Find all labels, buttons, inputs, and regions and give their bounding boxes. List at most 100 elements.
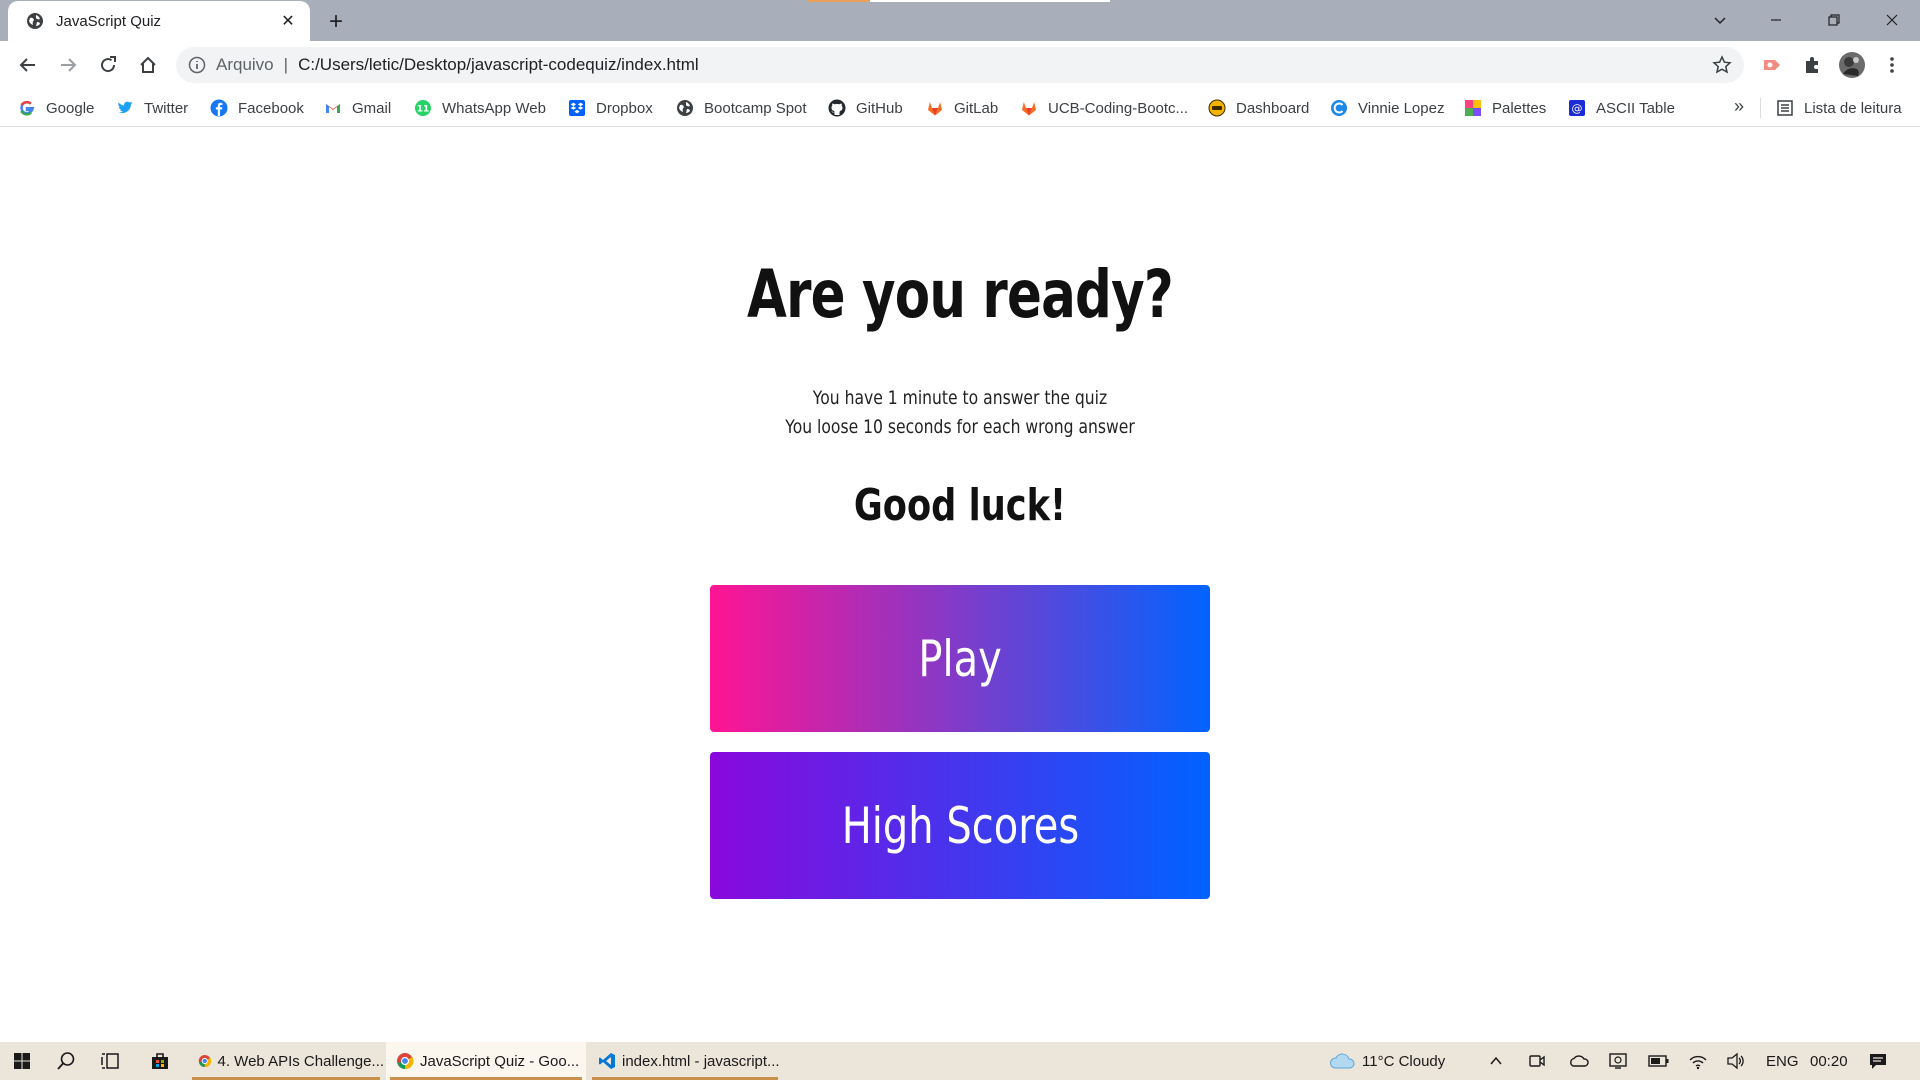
weather-widget[interactable]: 11°C Cloudy bbox=[1328, 1042, 1445, 1080]
start-button[interactable] bbox=[0, 1042, 44, 1080]
close-tab-icon[interactable]: ✕ bbox=[276, 9, 300, 33]
quiz-page: Are you ready? You have 1 minute to answ… bbox=[0, 128, 1920, 1042]
restore-icon bbox=[1828, 14, 1840, 26]
bookmark-dropbox[interactable]: Dropbox bbox=[568, 96, 653, 120]
whatsapp-icon: 11 bbox=[415, 100, 431, 116]
tab-strip-accent bbox=[870, 0, 1110, 2]
bookmark-google[interactable]: Google bbox=[18, 96, 94, 120]
bookmark-label: UCB-Coding-Bootc... bbox=[1048, 99, 1189, 117]
dashboard-icon bbox=[1208, 99, 1226, 117]
close-window-button[interactable] bbox=[1864, 0, 1920, 40]
instruction-line: You loose 10 seconds for each wrong answ… bbox=[785, 416, 1135, 438]
task-view-button[interactable] bbox=[88, 1042, 132, 1080]
chevron-down-icon bbox=[1714, 17, 1726, 25]
bookmark-dashboard[interactable]: Dashboard bbox=[1208, 96, 1309, 120]
clock[interactable]: 00:20 bbox=[1810, 1042, 1848, 1080]
facebook-icon bbox=[210, 99, 228, 117]
search-button[interactable] bbox=[44, 1042, 88, 1080]
taskbar-app-chrome-quiz[interactable]: JavaScript Quiz - Goo... bbox=[386, 1042, 586, 1080]
page-title: Are you ready? bbox=[747, 256, 1174, 333]
address-bar[interactable]: Arquivo | C:/Users/letic/Desktop/javascr… bbox=[176, 47, 1744, 83]
twitter-icon bbox=[118, 101, 133, 114]
taskbar-app-label: JavaScript Quiz - Goo... bbox=[420, 1052, 580, 1070]
bookmark-twitter[interactable]: Twitter bbox=[116, 96, 188, 120]
bookmark-bootcamp-spot[interactable]: Bootcamp Spot bbox=[676, 96, 807, 120]
tab-javascript-quiz[interactable]: JavaScript Quiz ✕ bbox=[8, 1, 310, 41]
arrow-left-icon bbox=[19, 58, 35, 72]
windows-taskbar: 4. Web APIs Challenge... JavaScript Quiz… bbox=[0, 1042, 1920, 1080]
battery-icon bbox=[1648, 1055, 1669, 1067]
bookmark-gitlab[interactable]: GitLab bbox=[926, 96, 998, 120]
back-button[interactable] bbox=[12, 49, 44, 81]
reload-button[interactable] bbox=[92, 49, 124, 81]
bookmark-whatsapp[interactable]: 11 WhatsApp Web bbox=[414, 96, 546, 120]
restore-button[interactable] bbox=[1806, 0, 1862, 40]
bookmark-gmail[interactable]: Gmail bbox=[324, 96, 391, 120]
profile-avatar[interactable] bbox=[1836, 49, 1868, 81]
reload-icon bbox=[101, 56, 116, 73]
network-button[interactable] bbox=[1688, 1042, 1708, 1080]
good-luck-heading: Good luck! bbox=[853, 480, 1067, 531]
svg-text:11: 11 bbox=[417, 105, 430, 115]
star-icon[interactable] bbox=[1712, 55, 1732, 75]
bookmark-label: WhatsApp Web bbox=[442, 99, 546, 117]
close-icon bbox=[1886, 14, 1898, 26]
notifications-button[interactable] bbox=[1868, 1042, 1888, 1080]
arrow-right-icon bbox=[61, 58, 77, 72]
sync-status-button[interactable] bbox=[1608, 1042, 1628, 1080]
bookmark-palettes[interactable]: Palettes bbox=[1464, 96, 1546, 120]
battery-button[interactable] bbox=[1648, 1042, 1670, 1080]
bookmark-label: Facebook bbox=[238, 99, 304, 117]
screencast-extension-button[interactable] bbox=[1756, 49, 1788, 81]
play-button[interactable]: Play bbox=[710, 585, 1210, 732]
play-button-label: Play bbox=[918, 629, 1002, 688]
show-hidden-icons-button[interactable] bbox=[1488, 1042, 1504, 1080]
onedrive-button[interactable] bbox=[1568, 1042, 1590, 1080]
minimize-button[interactable] bbox=[1748, 0, 1804, 40]
new-tab-button[interactable]: + bbox=[322, 8, 350, 36]
language-text: ENG bbox=[1766, 1052, 1799, 1070]
puzzle-icon bbox=[1806, 57, 1818, 73]
taskbar-app-chrome-web-apis[interactable]: 4. Web APIs Challenge... bbox=[188, 1042, 384, 1080]
bookmark-ascii-table[interactable]: @ ASCII Table bbox=[1568, 96, 1675, 120]
github-icon bbox=[828, 99, 846, 117]
volume-button[interactable] bbox=[1726, 1042, 1746, 1080]
bookmark-vinnie-lopez[interactable]: Vinnie Lopez bbox=[1330, 96, 1444, 120]
bookmark-facebook[interactable]: Facebook bbox=[210, 96, 304, 120]
notification-icon bbox=[1870, 1054, 1886, 1069]
bookmark-label: Twitter bbox=[144, 99, 189, 117]
browser-toolbar: Arquivo | C:/Users/letic/Desktop/javascr… bbox=[0, 41, 1920, 89]
store-button[interactable] bbox=[138, 1042, 182, 1080]
taskbar-app-vscode[interactable]: index.html - javascript... bbox=[588, 1042, 782, 1080]
tab-strip-accent bbox=[808, 0, 870, 2]
language-indicator[interactable]: ENG bbox=[1766, 1042, 1799, 1080]
bookmark-label: Dropbox bbox=[596, 99, 653, 117]
high-scores-button-label: High Scores bbox=[841, 796, 1079, 855]
extensions-button[interactable] bbox=[1796, 49, 1828, 81]
address-url[interactable]: C:/Users/letic/Desktop/javascript-codequ… bbox=[298, 55, 699, 75]
bookmarks-overflow-button[interactable]: » bbox=[1734, 96, 1744, 117]
menu-button[interactable] bbox=[1876, 49, 1908, 81]
kebab-menu-icon bbox=[1890, 57, 1894, 73]
windows-logo-icon bbox=[14, 1053, 30, 1069]
circle-c-icon bbox=[1331, 100, 1347, 116]
forward-button[interactable] bbox=[52, 49, 84, 81]
info-icon[interactable] bbox=[188, 56, 206, 74]
search-icon bbox=[57, 1052, 75, 1070]
camera-icon bbox=[1529, 1055, 1545, 1067]
high-scores-button[interactable]: High Scores bbox=[710, 752, 1210, 899]
home-button[interactable] bbox=[132, 49, 164, 81]
bookmark-ucb-coding-bootcamp[interactable]: UCB-Coding-Bootc... bbox=[1020, 96, 1188, 120]
bookmark-github[interactable]: GitHub bbox=[828, 96, 903, 120]
tab-search-button[interactable] bbox=[1692, 0, 1748, 40]
chrome-icon bbox=[397, 1053, 414, 1070]
google-icon bbox=[20, 100, 34, 116]
palette-icon bbox=[1465, 100, 1481, 116]
meet-now-button[interactable] bbox=[1528, 1042, 1546, 1080]
at-icon: @ bbox=[1569, 100, 1585, 116]
bookmark-label: Gmail bbox=[352, 99, 392, 117]
reading-list-button[interactable]: Lista de leitura bbox=[1776, 96, 1902, 120]
cloud-icon bbox=[1329, 1053, 1355, 1069]
bookmark-label: Dashboard bbox=[1236, 99, 1310, 117]
globe-icon bbox=[27, 13, 43, 29]
